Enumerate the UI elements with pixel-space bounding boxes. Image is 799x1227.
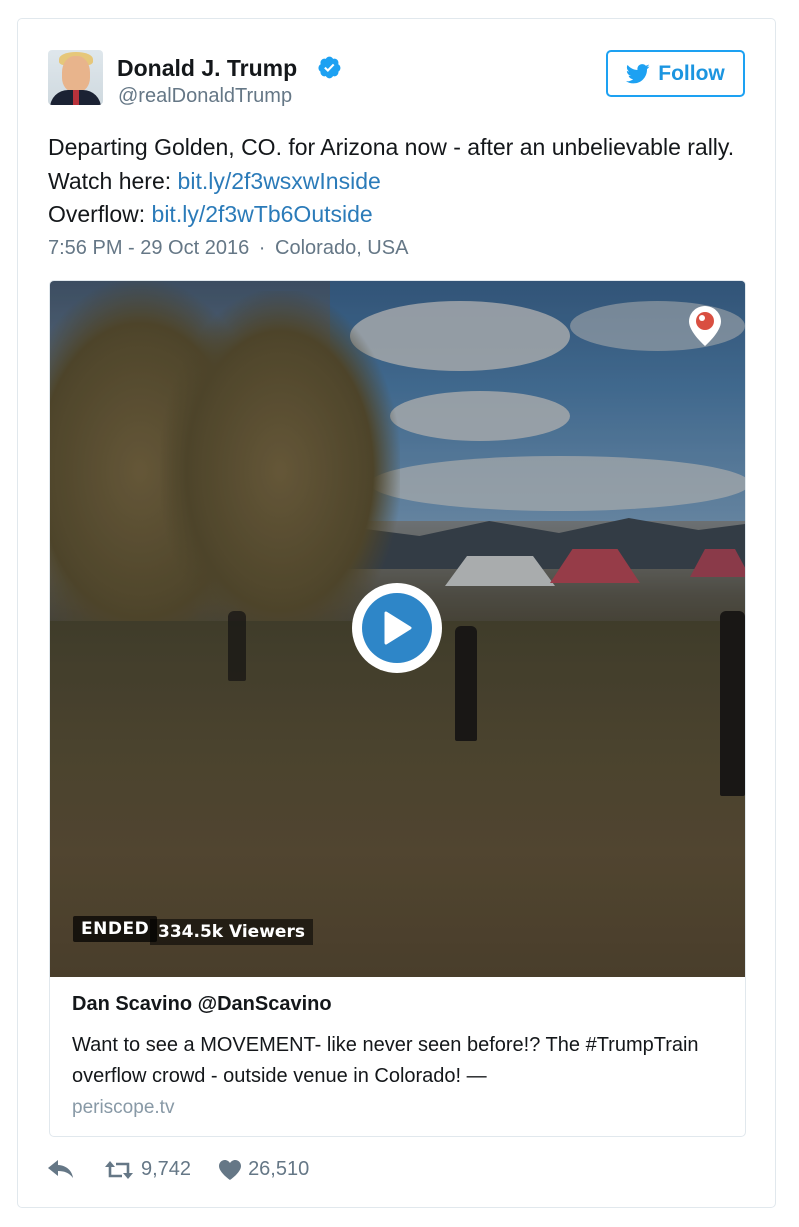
card-domain: periscope.tv xyxy=(72,1097,175,1118)
timestamp[interactable]: 7:56 PM - 29 Oct 2016 xyxy=(48,237,249,259)
follow-button[interactable]: Follow xyxy=(606,50,745,97)
tweet-actions: 9,742 26,510 xyxy=(48,1158,309,1181)
author-name[interactable]: Donald J. Trump xyxy=(117,55,297,82)
outside-stream-link[interactable]: bit.ly/2f3wTb6Outside xyxy=(152,201,373,227)
card-description: Want to see a MOVEMENT- like never seen … xyxy=(72,1034,699,1087)
play-button-inner xyxy=(362,593,432,663)
retweet-button[interactable]: 9,742 xyxy=(104,1158,191,1181)
overflow-label: Overflow: xyxy=(48,201,152,227)
retweet-icon xyxy=(105,1160,133,1179)
periscope-icon xyxy=(689,306,721,346)
like-button[interactable]: 26,510 xyxy=(219,1158,309,1181)
tweet-text-body: Departing Golden, CO. for Arizona now - … xyxy=(48,134,735,194)
reply-button[interactable] xyxy=(48,1159,74,1180)
location[interactable]: Colorado, USA xyxy=(275,237,408,259)
reply-icon xyxy=(48,1159,73,1178)
avatar[interactable] xyxy=(48,50,103,105)
periscope-card[interactable]: ENDED 334.5k Viewers Dan Scavino @DanSca… xyxy=(49,280,746,1137)
follow-label: Follow xyxy=(658,61,725,85)
card-body: Dan Scavino @DanScavino Want to see a MO… xyxy=(72,993,732,1119)
viewer-count: 334.5k Viewers xyxy=(150,919,313,945)
play-icon xyxy=(384,611,412,645)
author-handle[interactable]: @realDonaldTrump xyxy=(118,85,292,108)
avatar-face xyxy=(62,56,90,92)
retweet-count: 9,742 xyxy=(141,1158,192,1180)
tweet-embed: Donald J. Trump @realDonaldTrump Follow … xyxy=(17,18,776,1208)
video-thumbnail[interactable]: ENDED 334.5k Viewers xyxy=(50,281,745,977)
play-button[interactable] xyxy=(352,583,442,673)
twitter-bird-icon xyxy=(626,63,650,83)
tweet-meta: 7:56 PM - 29 Oct 2016 · Colorado, USA xyxy=(48,237,408,260)
avatar-tie xyxy=(73,90,79,105)
tweet-text: Departing Golden, CO. for Arizona now - … xyxy=(48,131,748,232)
meta-separator: · xyxy=(258,237,266,259)
verified-icon xyxy=(318,56,341,79)
like-count: 26,510 xyxy=(248,1158,310,1180)
inside-stream-link[interactable]: bit.ly/2f3wsxwInside xyxy=(178,168,381,194)
card-title[interactable]: Dan Scavino @DanScavino xyxy=(72,993,732,1016)
heart-icon xyxy=(219,1159,242,1180)
status-badge: ENDED xyxy=(73,916,158,942)
